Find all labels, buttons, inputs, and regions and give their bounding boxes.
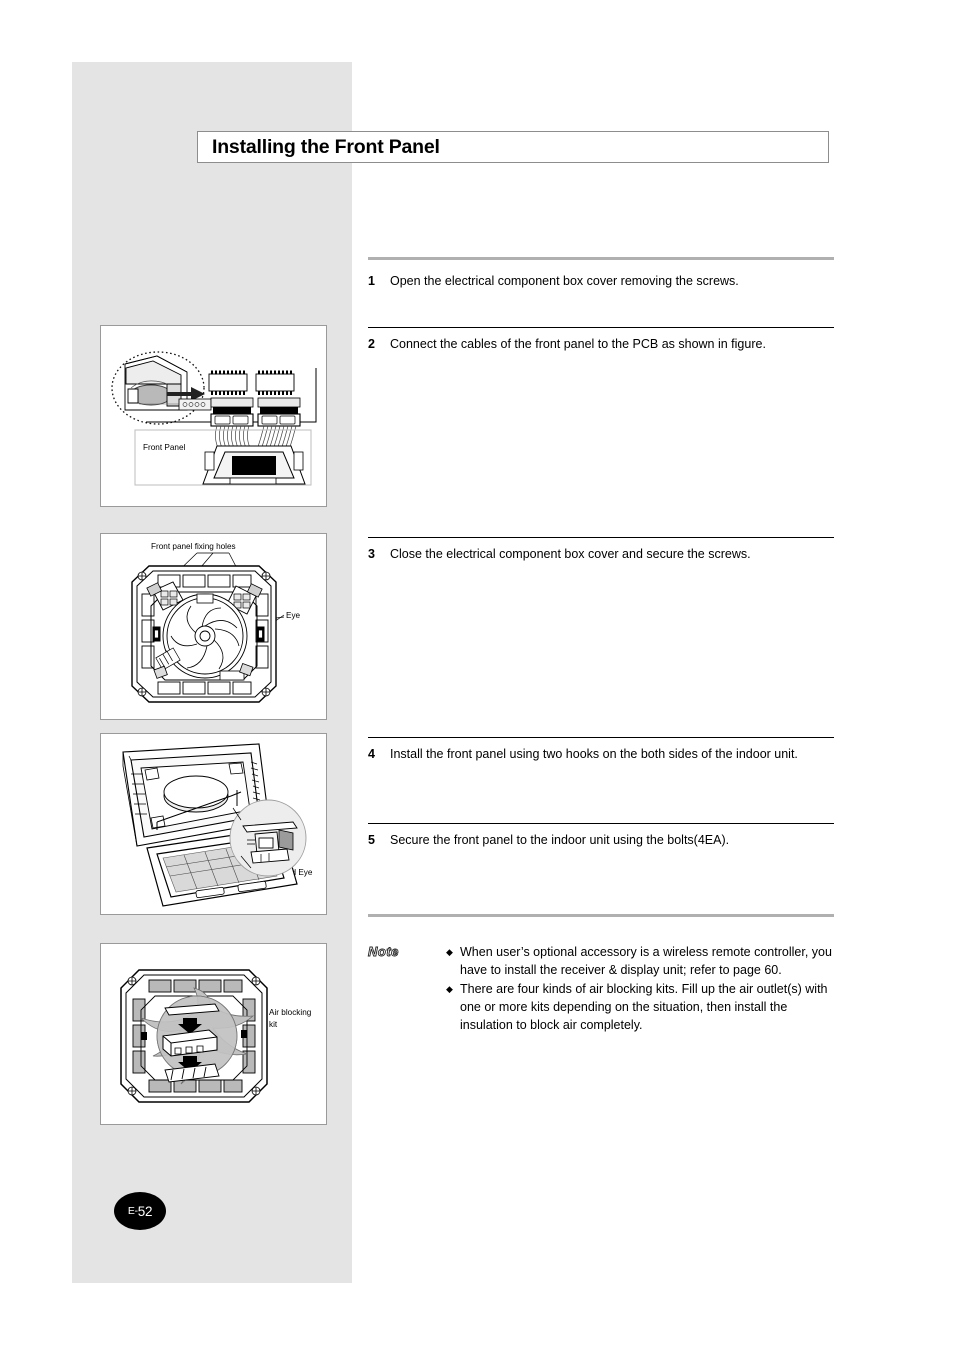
note-item: ◆ There are four kinds of air blocking k… [446, 980, 834, 1034]
step-1-number: 1 [368, 274, 375, 288]
diamond-bullet-icon: ◆ [446, 984, 453, 994]
step-4: 4 Install the front panel using two hook… [368, 746, 834, 763]
step-divider-4 [368, 823, 834, 824]
note-item: ◆ When user’s optional accessory is a wi… [446, 943, 834, 979]
note-item-text: When user’s optional accessory is a wire… [460, 945, 832, 977]
step-5: 5 Secure the front panel to the indoor u… [368, 832, 834, 849]
figure-air-blocking-kit: Air blocking kit [100, 943, 327, 1125]
page-number-prefix: E- [127, 1205, 138, 1217]
step-3-text: Close the electrical component box cover… [390, 547, 751, 561]
step-2-number: 2 [368, 337, 375, 351]
figure4-air-blocking-kit-label-line1: Air blocking [269, 1008, 312, 1017]
step-divider-3 [368, 737, 834, 738]
indoor-unit-top-view-drawing: Front panel fixing holes Eye [131, 542, 301, 703]
figure-indoor-unit-top-view: Front panel fixing holes Eye [100, 533, 327, 720]
figure2-eye-label: Eye [286, 611, 301, 620]
figure4-air-blocking-kit-label-line2: kit [269, 1020, 278, 1029]
note-label: Note [368, 944, 399, 960]
figure1-front-panel-label: Front Panel [143, 443, 186, 452]
page-number-badge: E- 52 [114, 1192, 166, 1230]
step-1-text: Open the electrical component box cover … [390, 274, 739, 288]
step-4-number: 4 [368, 747, 375, 761]
step-5-number: 5 [368, 833, 375, 847]
note-rule-top [368, 914, 834, 917]
step-2: 2 Connect the cables of the front panel … [368, 336, 834, 353]
figure-pcb-cable-connection: Front Panel [100, 325, 327, 507]
step-5-text: Secure the front panel to the indoor uni… [390, 833, 730, 847]
figure2-fixing-holes-label: Front panel fixing holes [151, 542, 236, 551]
step-3: 3 Close the electrical component box cov… [368, 546, 834, 563]
note-block: Note ◆ When user’s optional accessory is… [368, 943, 834, 1035]
air-blocking-kit-drawing: Air blocking kit [120, 969, 312, 1103]
pcb-cable-connection-drawing: Front Panel [111, 351, 317, 486]
step-2-text: Connect the cables of the front panel to… [390, 337, 766, 351]
step-divider-2 [368, 537, 834, 538]
note-item-list: ◆ When user’s optional accessory is a wi… [446, 943, 834, 1035]
front-panel-hook-eye-drawing: Hook and Eye [122, 743, 313, 907]
step-4-text: Install the front panel using two hooks … [390, 747, 798, 761]
step-divider-1 [368, 327, 834, 328]
step-3-number: 3 [368, 547, 375, 561]
figure-front-panel-hook-eye: Hook and Eye [100, 733, 327, 915]
instruction-column: 1 Open the electrical component box cove… [368, 0, 834, 1351]
section-rule-top [368, 257, 834, 260]
step-1: 1 Open the electrical component box cove… [368, 273, 834, 290]
note-item-text: There are four kinds of air blocking kit… [460, 982, 828, 1032]
diamond-bullet-icon: ◆ [446, 947, 453, 957]
page-number-value: 52 [137, 1203, 153, 1219]
